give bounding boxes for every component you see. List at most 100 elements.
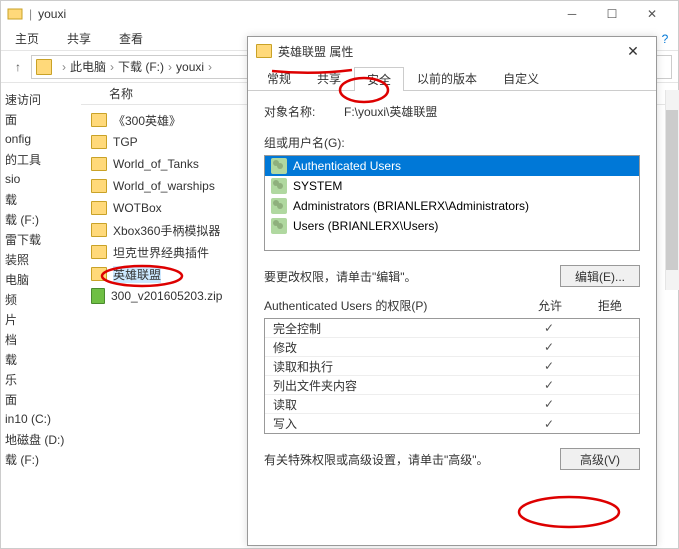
folder-icon [91,201,107,215]
allow-check-icon: ✓ [519,340,579,354]
dialog-titlebar: 英雄联盟 属性 ✕ [248,37,656,65]
users-icon [271,158,287,174]
folder-icon [36,59,52,75]
nav-item[interactable]: 速访问 [1,89,81,109]
deny-header: 拒绝 [580,297,640,314]
file-name: WOTBox [113,201,162,215]
nav-item[interactable]: sio [1,169,81,189]
menu-share[interactable]: 共享 [53,30,105,47]
nav-item[interactable]: 雷下载 [1,229,81,249]
object-name-value: F:\youxi\英雄联盟 [344,103,640,120]
groups-list[interactable]: Authenticated Users SYSTEM Administrators … [264,155,640,251]
group-item[interactable]: SYSTEM [265,176,639,196]
titlebar: | youxi ─ ☐ ✕ [1,1,678,27]
scrollbar-thumb[interactable] [666,110,678,270]
permission-name: 完全控制 [265,320,519,337]
window-buttons: ─ ☐ ✕ [552,3,672,25]
file-name: 坦克世界经典插件 [113,244,209,261]
nav-item[interactable]: 装照 [1,249,81,269]
object-name-label: 对象名称: [264,103,344,120]
file-name: Xbox360手柄模拟器 [113,222,220,239]
advanced-row: 有关特殊权限或高级设置，请单击"高级"。 高级(V) [264,448,640,470]
nav-item[interactable]: 档 [1,329,81,349]
file-name: World_of_Tanks [113,157,199,171]
permission-row: 完全控制✓ [265,319,639,338]
users-icon [271,218,287,234]
minimize-button[interactable]: ─ [552,3,592,25]
file-name: 《300英雄》 [113,112,181,129]
up-button[interactable]: ↑ [7,56,29,78]
group-item[interactable]: Authenticated Users [265,156,639,176]
folder-icon [91,245,107,259]
dialog-close-button[interactable]: ✕ [618,43,648,60]
group-name: Users (BRIANLERX\Users) [293,219,438,233]
groups-label: 组或用户名(G): [264,134,640,151]
group-item[interactable]: Users (BRIANLERX\Users) [265,216,639,236]
zip-icon [91,288,105,304]
nav-item[interactable]: 面 [1,109,81,129]
permissions-label: Authenticated Users 的权限(P) [264,297,520,314]
nav-item[interactable]: 乐 [1,369,81,389]
maximize-button[interactable]: ☐ [592,3,632,25]
edit-button[interactable]: 编辑(E)... [560,265,640,287]
nav-item[interactable]: 载 [1,189,81,209]
breadcrumb-seg[interactable]: 下载 (F:) [118,58,164,75]
folder-icon [91,223,107,237]
nav-item[interactable]: 载 [1,349,81,369]
file-name: World_of_warships [113,179,215,193]
menu-view[interactable]: 查看 [105,30,157,47]
folder-icon [91,113,107,127]
permission-name: 读取 [265,396,519,413]
breadcrumb-seg[interactable]: 此电脑 [70,58,106,75]
dialog-body: 对象名称: F:\youxi\英雄联盟 组或用户名(G): Authentica… [248,91,656,545]
users-icon [271,178,287,194]
window-separator: | [29,7,32,21]
group-item[interactable]: Administrators (BRIANLERX\Administrators… [265,196,639,216]
nav-item[interactable]: in10 (C:) [1,409,81,429]
nav-item[interactable]: onfig [1,129,81,149]
nav-item[interactable]: 片 [1,309,81,329]
folder-icon [91,267,107,281]
users-icon [271,198,287,214]
permission-row: 读取✓ [265,395,639,414]
permissions-header: Authenticated Users 的权限(P) 允许 拒绝 [264,297,640,314]
nav-item[interactable]: 频 [1,289,81,309]
nav-item[interactable]: 面 [1,389,81,409]
nav-item[interactable]: 载 (F:) [1,449,81,469]
object-name-row: 对象名称: F:\youxi\英雄联盟 [264,103,640,120]
chevron-right-icon: › [208,60,212,74]
dialog-tab[interactable]: 共享 [304,66,354,90]
folder-icon [256,44,272,58]
dialog-tab[interactable]: 以前的版本 [404,66,490,90]
close-button[interactable]: ✕ [632,3,672,25]
allow-check-icon: ✓ [519,397,579,411]
dialog-tab[interactable]: 安全 [354,67,404,91]
nav-item[interactable]: 地磁盘 (D:) [1,429,81,449]
dialog-tab[interactable]: 常规 [254,66,304,90]
nav-tree: 速访问面onfig的工具sio载载 (F:)雷下载装照电脑频片档载乐面in10 … [1,83,81,548]
group-name: Administrators (BRIANLERX\Administrators… [293,199,529,213]
allow-check-icon: ✓ [519,417,579,431]
permission-name: 读取和执行 [265,358,519,375]
advanced-hint: 有关特殊权限或高级设置，请单击"高级"。 [264,451,489,468]
permission-row: 读取和执行✓ [265,357,639,376]
advanced-button[interactable]: 高级(V) [560,448,640,470]
permission-row: 列出文件夹内容✓ [265,376,639,395]
group-name: Authenticated Users [293,159,401,173]
nav-item[interactable]: 载 (F:) [1,209,81,229]
permission-row: 修改✓ [265,338,639,357]
permission-name: 写入 [265,415,519,432]
allow-check-icon: ✓ [519,321,579,335]
folder-icon [91,179,107,193]
nav-item[interactable]: 电脑 [1,269,81,289]
file-name: 300_v201605203.zip [111,289,222,303]
properties-dialog: 英雄联盟 属性 ✕ 常规共享安全以前的版本自定义 对象名称: F:\youxi\… [247,36,657,546]
breadcrumb-seg[interactable]: youxi [176,60,204,74]
nav-item[interactable]: 的工具 [1,149,81,169]
dialog-title: 英雄联盟 属性 [278,43,618,60]
folder-icon [7,6,23,22]
menu-home[interactable]: 主页 [1,30,53,47]
help-button[interactable]: ? [654,28,676,50]
edit-hint: 要更改权限，请单击"编辑"。 [264,268,417,285]
dialog-tab[interactable]: 自定义 [490,66,552,90]
